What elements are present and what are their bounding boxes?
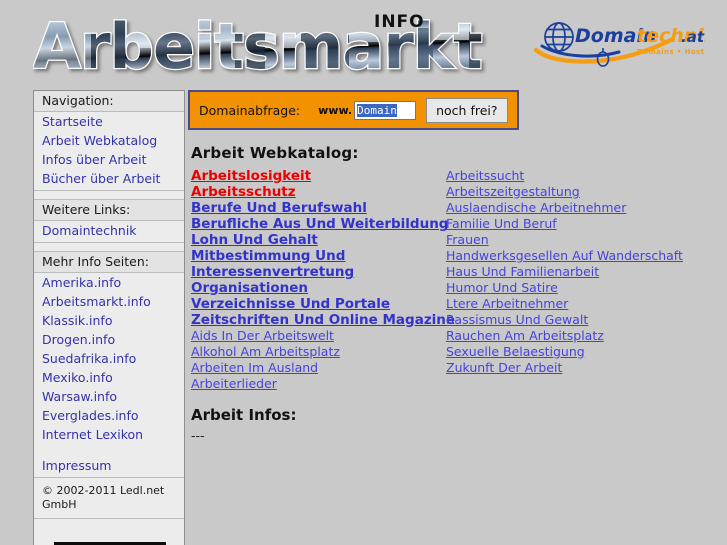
copyright-notice: © 2002-2011 Ledl.net GmbH xyxy=(34,478,184,519)
catalog-link[interactable]: Familie Und Beruf xyxy=(446,216,726,232)
catalog-link[interactable]: Interessenvertretung xyxy=(191,264,451,280)
sidebar-group-navigation: Startseite Arbeit Webkatalog Infos über … xyxy=(34,112,184,191)
sidebar-item-amerika-info[interactable]: Amerika.info xyxy=(34,273,184,292)
main-content: Domainabfrage: www. noch frei? Arbeit We… xyxy=(188,90,718,443)
sidebar-banner-slot: suchanda xyxy=(34,519,184,545)
catalog-link[interactable]: Alkohol Am Arbeitsplatz xyxy=(191,344,451,360)
catalog-link[interactable]: Berufe Und Berufswahl xyxy=(191,200,451,216)
sidebar-group-weitere-links: Domaintechnik xyxy=(34,221,184,243)
catalog-link[interactable]: Handwerksgesellen Auf Wanderschaft xyxy=(446,248,726,264)
sidebar-item-mexiko-info[interactable]: Mexiko.info xyxy=(34,368,184,387)
logo-tagline: Domains • Hosting • Support xyxy=(637,48,705,56)
sidebar-heading-mehr-info-seiten: Mehr Info Seiten: xyxy=(34,252,184,273)
site-title-info-word: INFO xyxy=(374,12,425,32)
catalog-link[interactable]: Arbeiterlieder xyxy=(191,376,451,392)
catalog-link[interactable]: Ltere Arbeitnehmer xyxy=(446,296,726,312)
page-root: Arbeitsmarkt INFO Domain techni .at Doma… xyxy=(0,0,727,545)
sidebar-heading-navigation: Navigation: xyxy=(34,91,184,112)
domain-query-box: Domainabfrage: www. noch frei? xyxy=(188,90,519,130)
catalog-link[interactable]: Organisationen xyxy=(191,280,451,296)
domaintechnik-logo[interactable]: Domain technik .at Domains • Hosting • S… xyxy=(533,16,705,68)
catalog-link[interactable]: Mitbestimmung Und xyxy=(191,248,451,264)
catalog-link[interactable]: Humor Und Satire xyxy=(446,280,726,296)
domain-query-label: Domainabfrage: xyxy=(199,102,301,118)
sidebar-item-infos-ueber-arbeit[interactable]: Infos über Arbeit xyxy=(34,150,184,169)
infos-title: Arbeit Infos: xyxy=(191,406,297,424)
catalog-link[interactable]: Berufliche Aus Und Weiterbildung xyxy=(191,216,451,232)
catalog-link[interactable]: Zeitschriften Und Online Magazine xyxy=(191,312,455,328)
sidebar-item-domaintechnik[interactable]: Domaintechnik xyxy=(34,221,184,240)
sidebar-divider-2 xyxy=(34,243,184,252)
catalog-column-right: Arbeitssucht Arbeitszeitgestaltung Ausla… xyxy=(446,168,726,376)
site-title-logo: Arbeitsmarkt xyxy=(33,8,513,80)
catalog-link[interactable]: Lohn Und Gehalt xyxy=(191,232,451,248)
sidebar-item-klassik-info[interactable]: Klassik.info xyxy=(34,311,184,330)
catalog-title: Arbeit Webkatalog: xyxy=(191,144,359,162)
catalog-link[interactable]: Arbeitszeitgestaltung xyxy=(446,184,726,200)
sidebar-item-startseite[interactable]: Startseite xyxy=(34,112,184,131)
sidebar-heading-weitere-links: Weitere Links: xyxy=(34,200,184,221)
sidebar-divider-1 xyxy=(34,191,184,200)
catalog-column-left: Arbeitslosigkeit Arbeitsschutz Berufe Un… xyxy=(191,168,455,392)
www-prefix-label: www. xyxy=(318,103,353,117)
sidebar-item-suedafrika-info[interactable]: Suedafrika.info xyxy=(34,349,184,368)
catalog-link[interactable]: Auslaendische Arbeitnehmer xyxy=(446,200,726,216)
catalog-link[interactable]: Zukunft Der Arbeit xyxy=(446,360,726,376)
webkatalog-link-grid: Arbeitslosigkeit Arbeitsschutz Berufe Un… xyxy=(191,168,718,392)
sidebar-item-buecher-ueber-arbeit[interactable]: Bücher über Arbeit xyxy=(34,169,184,188)
sidebar-item-impressum[interactable]: Impressum xyxy=(34,456,184,475)
catalog-link[interactable]: Rauchen Am Arbeitsplatz xyxy=(446,328,726,344)
catalog-link[interactable]: Frauen xyxy=(446,232,726,248)
sidebar-item-warsaw-info[interactable]: Warsaw.info xyxy=(34,387,184,406)
site-header: Arbeitsmarkt INFO Domain techni .at Doma… xyxy=(0,0,727,88)
sidebar-navigation: Navigation: Startseite Arbeit Webkatalog… xyxy=(33,90,185,545)
catalog-link[interactable]: Arbeiten Im Ausland xyxy=(191,360,451,376)
logo-tld: .at xyxy=(681,28,705,46)
catalog-link[interactable]: Verzeichnisse Und Portale xyxy=(191,296,451,312)
catalog-link[interactable]: Aids In Der Arbeitswelt xyxy=(191,328,451,344)
infos-body: --- xyxy=(191,428,205,443)
sidebar-item-everglades-info[interactable]: Everglades.info xyxy=(34,406,184,425)
catalog-link[interactable]: Sexuelle Belaestigung xyxy=(446,344,726,360)
catalog-link[interactable]: Arbeitssucht xyxy=(446,168,726,184)
check-availability-button[interactable]: noch frei? xyxy=(426,97,508,123)
sidebar-item-drogen-info[interactable]: Drogen.info xyxy=(34,330,184,349)
domain-input[interactable] xyxy=(354,100,417,120)
sidebar-item-arbeit-webkatalog[interactable]: Arbeit Webkatalog xyxy=(34,131,184,150)
sidebar-item-arbeitsmarkt-info[interactable]: Arbeitsmarkt.info xyxy=(34,292,184,311)
catalog-link[interactable]: Rassismus Und Gewalt xyxy=(446,312,726,328)
catalog-link[interactable]: Arbeitsschutz xyxy=(191,184,451,200)
sidebar-item-internet-lexikon[interactable]: Internet Lexikon xyxy=(34,425,184,444)
sidebar-group-mehr-info-seiten: Amerika.info Arbeitsmarkt.info Klassik.i… xyxy=(34,273,184,478)
catalog-link[interactable]: Arbeitslosigkeit xyxy=(191,168,451,184)
catalog-link[interactable]: Haus Und Familienarbeit xyxy=(446,264,726,280)
